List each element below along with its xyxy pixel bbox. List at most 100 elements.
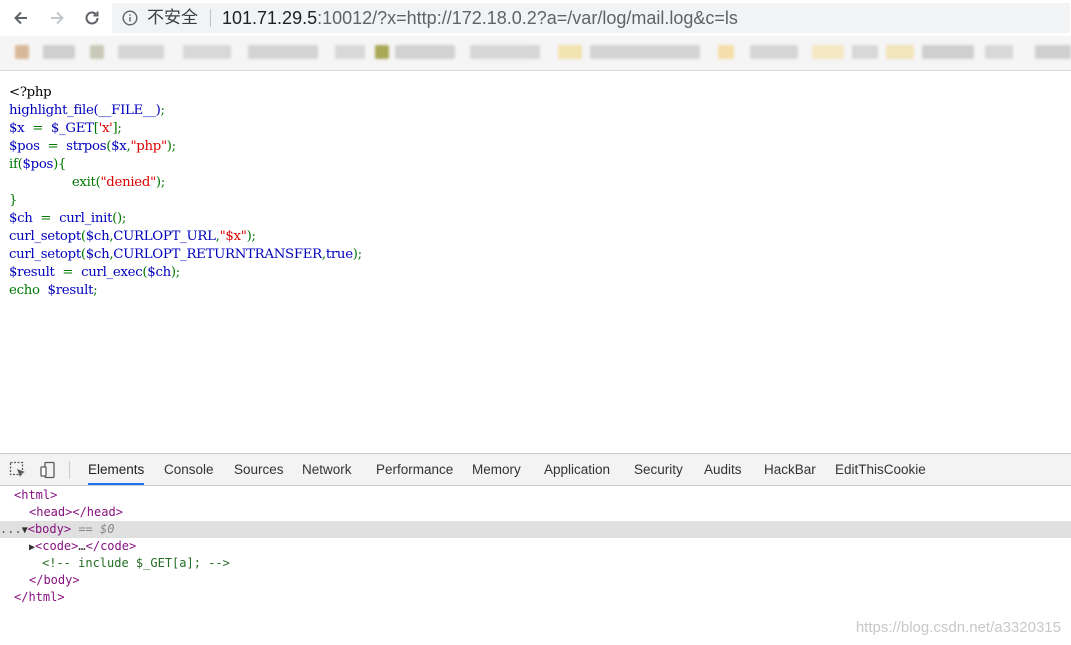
code-close-tag: </code> (85, 539, 137, 553)
dom-node-html[interactable]: <html> (0, 487, 1071, 504)
back-arrow-icon (14, 11, 27, 25)
source-token: $pos (22, 157, 54, 172)
include-comment: <!-- include $_GET[a]; --> (42, 556, 230, 570)
bookmark-favicon[interactable] (558, 45, 582, 59)
html-open-tag: <html> (14, 488, 58, 502)
security-label: 不安全 (147, 8, 198, 27)
tab-audits[interactable]: Audits (704, 454, 742, 485)
dom-node-html-close[interactable]: </html> (0, 589, 1071, 606)
source-line: echo $result; (9, 282, 362, 300)
source-token: $ch (9, 211, 33, 226)
bookmark-item[interactable] (248, 45, 318, 59)
tab-network[interactable]: Network (302, 454, 352, 485)
body-open-tag: <body> (27, 522, 72, 536)
toolbar-divider (69, 461, 70, 479)
tab-hackbar[interactable]: HackBar (764, 454, 816, 485)
bookmark-item[interactable] (590, 45, 700, 59)
bookmark-item[interactable] (750, 45, 798, 59)
tab-memory[interactable]: Memory (472, 454, 521, 485)
url-text[interactable]: 101.71.29.5:10012/?x=http://172.18.0.2?a… (222, 8, 738, 28)
bookmark-item[interactable] (118, 45, 164, 59)
selected-node-marker: == $0 (78, 522, 115, 536)
bookmark-item[interactable] (852, 45, 878, 59)
source-token: $pos (9, 139, 40, 154)
bookmark-favicon[interactable] (718, 45, 734, 59)
source-token: ); (155, 175, 165, 190)
bookmark-item[interactable] (395, 45, 455, 59)
address-bar[interactable]: 不安全 101.71.29.5:10012/?x=http://172.18.0… (112, 3, 1070, 33)
more-actions-marker[interactable]: ... (0, 522, 22, 536)
source-token: = (39, 139, 67, 154)
bookmark-favicon[interactable] (90, 45, 104, 59)
tab-sources[interactable]: Sources (234, 454, 284, 485)
bookmark-item[interactable] (183, 45, 231, 59)
code-open-tag: <code> (35, 539, 79, 553)
bookmark-favicon[interactable] (15, 45, 29, 59)
inspect-element-icon[interactable] (9, 461, 27, 479)
tab-application[interactable]: Application (544, 454, 610, 485)
source-line: curl_setopt($ch,CURLOPT_RETURNTRANSFER,t… (9, 246, 362, 264)
source-token: ); (246, 229, 256, 244)
reload-button[interactable] (80, 6, 104, 30)
dom-node-head[interactable]: <head></head> (0, 504, 1071, 521)
bookmark-favicon[interactable] (886, 45, 914, 59)
bookmark-item[interactable] (985, 45, 1013, 59)
tab-console[interactable]: Console (164, 454, 214, 485)
bookmark-item[interactable] (335, 45, 365, 59)
watermark: https://blog.csdn.net/a3320315 (855, 619, 1061, 636)
forward-button[interactable] (45, 6, 69, 30)
tab-performance[interactable]: Performance (376, 454, 453, 485)
source-token: ){ (53, 157, 67, 172)
source-line: curl_setopt($ch,CURLOPT_URL,"$x"); (9, 228, 362, 246)
bookmark-item[interactable] (922, 45, 974, 59)
source-token: ; (93, 283, 98, 298)
source-token: true (325, 247, 353, 262)
code-ellipsis[interactable]: … (78, 539, 85, 553)
source-token: "php" (130, 139, 167, 154)
source-token: $result (47, 283, 94, 298)
source-token: CURLOPT_URL (113, 229, 216, 244)
source-line: if($pos){ (9, 156, 362, 174)
source-line: } (9, 192, 362, 210)
source-token: = (24, 121, 51, 136)
tab-security[interactable]: Security (634, 454, 683, 485)
info-icon[interactable] (122, 10, 138, 26)
source-token: ); (170, 265, 180, 280)
bookmark-favicon[interactable] (375, 45, 389, 59)
devtools-panel: Elements Console Sources Network Perform… (0, 453, 1071, 645)
source-line: <?php (9, 84, 362, 102)
tab-elements[interactable]: Elements (88, 454, 145, 485)
source-token: <?php (9, 85, 52, 100)
source-line: exit("denied"); (9, 174, 362, 192)
source-token: "$x" (219, 229, 247, 244)
devtools-toolbar: Elements Console Sources Network Perform… (0, 454, 1071, 486)
back-button[interactable] (9, 6, 33, 30)
source-token: 'x' (98, 121, 113, 136)
head-tag: <head></head> (29, 505, 123, 519)
tab-editthiscookie[interactable]: EditThisCookie (835, 454, 926, 485)
bookmark-item[interactable] (470, 45, 540, 59)
source-token: $ch (147, 265, 171, 280)
source-token: = (54, 265, 82, 280)
source-token: = (32, 211, 60, 226)
source-token: echo (9, 283, 48, 298)
source-token: highlight_file(__FILE__) (9, 103, 161, 118)
body-close-tag: </body> (29, 573, 80, 587)
bookmark-favicon[interactable] (812, 45, 844, 59)
dom-node-code[interactable]: ▶<code>…</code> (0, 538, 1071, 555)
source-token: curl_setopt (9, 229, 81, 244)
source-token: ]; (112, 121, 122, 136)
source-token: curl_setopt (9, 247, 81, 262)
source-token: if( (9, 157, 23, 172)
source-line: $pos = strpos($x,"php"); (9, 138, 362, 156)
dom-node-body[interactable]: ...▼<body> == $0 (0, 521, 1071, 538)
source-token: ); (352, 247, 362, 262)
dom-node-comment[interactable]: <!-- include $_GET[a]; --> (0, 555, 1071, 572)
bookmark-item[interactable] (1035, 45, 1071, 59)
bookmark-item[interactable] (43, 45, 75, 59)
device-toolbar-icon[interactable] (39, 461, 57, 479)
html-close-tag: </html> (14, 590, 65, 604)
dom-node-body-close[interactable]: </body> (0, 572, 1071, 589)
source-token: $ch (85, 247, 110, 262)
bookmarks-bar (0, 36, 1071, 71)
